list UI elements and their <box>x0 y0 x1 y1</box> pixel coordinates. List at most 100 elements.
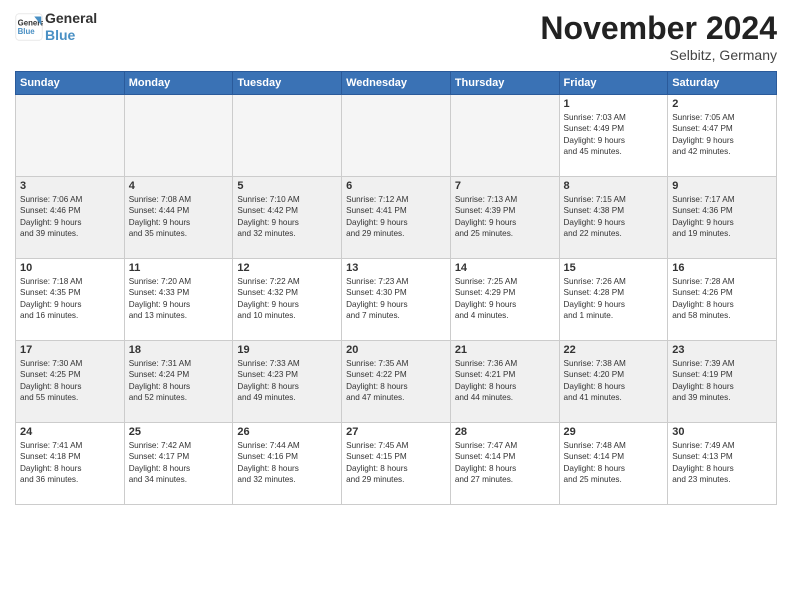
table-row: 17 Sunrise: 7:30 AM Sunset: 4:25 PM Dayli… <box>16 341 125 423</box>
day-number: 17 <box>20 344 120 356</box>
month-title: November 2024 <box>540 10 777 47</box>
table-row: 8 Sunrise: 7:15 AM Sunset: 4:38 PM Daylig… <box>559 177 668 259</box>
calendar-week-row: 1 Sunrise: 7:03 AM Sunset: 4:49 PM Daylig… <box>16 95 777 177</box>
calendar-table: Sunday Monday Tuesday Wednesday Thursday… <box>15 71 777 505</box>
location: Selbitz, Germany <box>540 47 777 63</box>
day-number: 7 <box>455 180 555 192</box>
page: General Blue General Blue November 2024 … <box>0 0 792 612</box>
table-row: 1 Sunrise: 7:03 AM Sunset: 4:49 PM Daylig… <box>559 95 668 177</box>
table-row: 15Sunrise: 7:26 AM Sunset: 4:28 PM Dayli… <box>559 259 668 341</box>
header-thursday: Thursday <box>450 72 559 95</box>
day-info: Sunrise: 7:45 AM Sunset: 4:15 PM Dayligh… <box>346 440 446 486</box>
day-number: 29 <box>564 426 664 438</box>
day-info: Sunrise: 7:49 AM Sunset: 4:13 PM Dayligh… <box>672 440 772 486</box>
table-row: 26 Sunrise: 7:44 AM Sunset: 4:16 PM Dayli… <box>233 423 342 505</box>
day-info: Sunrise: 7:44 AM Sunset: 4:16 PM Dayligh… <box>237 440 337 486</box>
day-number: 28 <box>455 426 555 438</box>
day-number: 13 <box>346 262 446 274</box>
logo-line1: General <box>45 10 97 27</box>
day-info: Sunrise: 7:28 AM Sunset: 4:26 PM Dayligh… <box>672 276 772 322</box>
day-info: Sunrise: 7:47 AM Sunset: 4:14 PM Dayligh… <box>455 440 555 486</box>
table-row: 28 Sunrise: 7:47 AM Sunset: 4:14 PM Dayli… <box>450 423 559 505</box>
day-number: 30 <box>672 426 772 438</box>
day-info: Sunrise: 7:20 AM Sunset: 4:33 PM Dayligh… <box>129 276 229 322</box>
day-number: 6 <box>346 180 446 192</box>
day-number: 18 <box>129 344 229 356</box>
table-row: 6 Sunrise: 7:12 AM Sunset: 4:41 PM Daylig… <box>342 177 451 259</box>
day-number: 27 <box>346 426 446 438</box>
day-number: 3 <box>20 180 120 192</box>
day-info: Sunrise: 7:41 AM Sunset: 4:18 PM Dayligh… <box>20 440 120 486</box>
day-info: Sunrise: 7:05 AM Sunset: 4:47 PM Dayligh… <box>672 112 772 158</box>
table-row: 10 Sunrise: 7:18 AM Sunset: 4:35 PM Dayli… <box>16 259 125 341</box>
day-info: Sunrise: 7:30 AM Sunset: 4:25 PM Dayligh… <box>20 358 120 404</box>
table-row: 24 Sunrise: 7:41 AM Sunset: 4:18 PM Dayli… <box>16 423 125 505</box>
day-number: 11 <box>129 262 229 274</box>
table-row: 12Sunrise: 7:22 AM Sunset: 4:32 PM Dayli… <box>233 259 342 341</box>
table-row: 25Sunrise: 7:42 AM Sunset: 4:17 PM Dayli… <box>124 423 233 505</box>
table-row: 2 Sunrise: 7:05 AM Sunset: 4:47 PM Daylig… <box>668 95 777 177</box>
day-number: 26 <box>237 426 337 438</box>
day-number: 12 <box>237 262 337 274</box>
table-row: 5Sunrise: 7:10 AM Sunset: 4:42 PM Daylig… <box>233 177 342 259</box>
table-row <box>124 95 233 177</box>
header-monday: Monday <box>124 72 233 95</box>
day-info: Sunrise: 7:48 AM Sunset: 4:14 PM Dayligh… <box>564 440 664 486</box>
day-info: Sunrise: 7:36 AM Sunset: 4:21 PM Dayligh… <box>455 358 555 404</box>
table-row: 18 Sunrise: 7:31 AM Sunset: 4:24 PM Dayli… <box>124 341 233 423</box>
table-row: 27 Sunrise: 7:45 AM Sunset: 4:15 PM Dayli… <box>342 423 451 505</box>
header-wednesday: Wednesday <box>342 72 451 95</box>
table-row: 20 Sunrise: 7:35 AM Sunset: 4:22 PM Dayli… <box>342 341 451 423</box>
table-row: 16 Sunrise: 7:28 AM Sunset: 4:26 PM Dayli… <box>668 259 777 341</box>
day-number: 8 <box>564 180 664 192</box>
day-info: Sunrise: 7:15 AM Sunset: 4:38 PM Dayligh… <box>564 194 664 240</box>
header: General Blue General Blue November 2024 … <box>15 10 777 63</box>
day-info: Sunrise: 7:33 AM Sunset: 4:23 PM Dayligh… <box>237 358 337 404</box>
day-info: Sunrise: 7:25 AM Sunset: 4:29 PM Dayligh… <box>455 276 555 322</box>
table-row <box>450 95 559 177</box>
table-row: 11 Sunrise: 7:20 AM Sunset: 4:33 PM Dayli… <box>124 259 233 341</box>
header-friday: Friday <box>559 72 668 95</box>
day-info: Sunrise: 7:23 AM Sunset: 4:30 PM Dayligh… <box>346 276 446 322</box>
day-info: Sunrise: 7:42 AM Sunset: 4:17 PM Dayligh… <box>129 440 229 486</box>
calendar-week-row: 17 Sunrise: 7:30 AM Sunset: 4:25 PM Dayli… <box>16 341 777 423</box>
calendar-header-row: Sunday Monday Tuesday Wednesday Thursday… <box>16 72 777 95</box>
day-info: Sunrise: 7:35 AM Sunset: 4:22 PM Dayligh… <box>346 358 446 404</box>
day-info: Sunrise: 7:31 AM Sunset: 4:24 PM Dayligh… <box>129 358 229 404</box>
table-row <box>233 95 342 177</box>
day-number: 2 <box>672 98 772 110</box>
day-number: 1 <box>564 98 664 110</box>
day-number: 20 <box>346 344 446 356</box>
table-row: 22Sunrise: 7:38 AM Sunset: 4:20 PM Dayli… <box>559 341 668 423</box>
day-number: 21 <box>455 344 555 356</box>
title-block: November 2024 Selbitz, Germany <box>540 10 777 63</box>
day-info: Sunrise: 7:18 AM Sunset: 4:35 PM Dayligh… <box>20 276 120 322</box>
header-saturday: Saturday <box>668 72 777 95</box>
header-tuesday: Tuesday <box>233 72 342 95</box>
table-row <box>342 95 451 177</box>
day-info: Sunrise: 7:13 AM Sunset: 4:39 PM Dayligh… <box>455 194 555 240</box>
day-number: 5 <box>237 180 337 192</box>
day-info: Sunrise: 7:26 AM Sunset: 4:28 PM Dayligh… <box>564 276 664 322</box>
day-info: Sunrise: 7:03 AM Sunset: 4:49 PM Dayligh… <box>564 112 664 158</box>
table-row: 29 Sunrise: 7:48 AM Sunset: 4:14 PM Dayli… <box>559 423 668 505</box>
table-row: 3Sunrise: 7:06 AM Sunset: 4:46 PM Daylig… <box>16 177 125 259</box>
table-row: 23Sunrise: 7:39 AM Sunset: 4:19 PM Dayli… <box>668 341 777 423</box>
day-number: 10 <box>20 262 120 274</box>
table-row: 7 Sunrise: 7:13 AM Sunset: 4:39 PM Daylig… <box>450 177 559 259</box>
table-row <box>16 95 125 177</box>
table-row: 9Sunrise: 7:17 AM Sunset: 4:36 PM Daylig… <box>668 177 777 259</box>
day-info: Sunrise: 7:12 AM Sunset: 4:41 PM Dayligh… <box>346 194 446 240</box>
calendar-week-row: 10 Sunrise: 7:18 AM Sunset: 4:35 PM Dayli… <box>16 259 777 341</box>
day-info: Sunrise: 7:08 AM Sunset: 4:44 PM Dayligh… <box>129 194 229 240</box>
logo-line2: Blue <box>45 27 97 44</box>
calendar-week-row: 24 Sunrise: 7:41 AM Sunset: 4:18 PM Dayli… <box>16 423 777 505</box>
day-number: 16 <box>672 262 772 274</box>
table-row: 21 Sunrise: 7:36 AM Sunset: 4:21 PM Dayli… <box>450 341 559 423</box>
table-row: 13 Sunrise: 7:23 AM Sunset: 4:30 PM Dayli… <box>342 259 451 341</box>
day-number: 22 <box>564 344 664 356</box>
day-number: 9 <box>672 180 772 192</box>
calendar-week-row: 3Sunrise: 7:06 AM Sunset: 4:46 PM Daylig… <box>16 177 777 259</box>
day-number: 24 <box>20 426 120 438</box>
svg-text:Blue: Blue <box>18 27 36 36</box>
